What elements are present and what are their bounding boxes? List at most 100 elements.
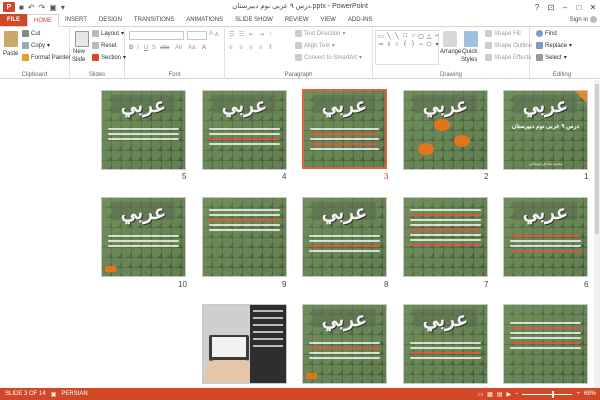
numbering-icon[interactable]: ☷ bbox=[239, 31, 244, 38]
font-size-combo[interactable] bbox=[187, 31, 207, 40]
arrow-down-shape-icon[interactable]: ⇩ bbox=[385, 40, 393, 48]
slide-thumbnail-11[interactable] bbox=[503, 304, 588, 384]
arrange-button[interactable]: Arrange bbox=[440, 49, 461, 55]
sign-in-link[interactable]: Sign in bbox=[570, 17, 588, 23]
replace-button[interactable]: Replace ▾ bbox=[536, 42, 572, 49]
zoom-out-icon[interactable]: – bbox=[515, 391, 518, 397]
shapes-gallery[interactable]: ▭ ╲ ╲ □ ○ ▢ △ ⌐ ⇨ ⇩ ☆ { } ∽ ⬡ ▾ bbox=[375, 30, 439, 65]
slideshow-view-icon[interactable]: ▶ bbox=[507, 391, 512, 398]
arrow-right-shape-icon[interactable]: ⇨ bbox=[377, 40, 385, 48]
shape-effects-button[interactable]: Shape Effects bbox=[485, 54, 531, 61]
slide-thumbnail-3-selected[interactable]: عربي bbox=[302, 89, 387, 169]
slide-sorter-view-icon[interactable]: ▦ bbox=[487, 391, 493, 398]
font-name-combo[interactable] bbox=[129, 31, 184, 40]
tab-transitions[interactable]: TRANSITIONS bbox=[128, 14, 180, 26]
line-shape-icon[interactable]: ╲ bbox=[385, 32, 393, 40]
section-button[interactable]: Section ▾ bbox=[92, 54, 126, 61]
normal-view-icon[interactable]: ▭ bbox=[477, 391, 483, 398]
brace-shape-icon-2[interactable]: } bbox=[409, 40, 417, 48]
vertical-scrollbar[interactable] bbox=[594, 80, 600, 388]
line-shape-icon-3[interactable]: ⌐ bbox=[433, 32, 441, 40]
zoom-slider[interactable] bbox=[522, 390, 573, 398]
italic-icon[interactable]: I bbox=[137, 45, 139, 51]
proofing-icon[interactable]: ▣ bbox=[51, 391, 57, 398]
slide-thumbnail-14[interactable] bbox=[202, 304, 287, 384]
paste-icon[interactable] bbox=[4, 31, 18, 47]
select-button[interactable]: Select ▾ bbox=[536, 54, 567, 61]
slide-thumbnail-1[interactable]: عربي درس ۹ عربی نوم دبیرستان محمد صادق ش… bbox=[503, 90, 588, 170]
shadow-icon[interactable]: S bbox=[152, 45, 156, 51]
tab-insert[interactable]: INSERT bbox=[59, 14, 93, 26]
font-color-icon[interactable]: A bbox=[202, 45, 206, 51]
arrange-icon[interactable] bbox=[443, 31, 457, 47]
slide-thumbnail-13[interactable]: عربي bbox=[302, 304, 387, 384]
strikethrough-icon[interactable]: abc bbox=[160, 45, 170, 51]
slide-thumbnail-5[interactable]: عربي bbox=[101, 90, 186, 170]
zoom-level[interactable]: 68% bbox=[584, 391, 596, 397]
increase-indent-icon[interactable]: ⇥ bbox=[259, 31, 264, 38]
tab-view[interactable]: VIEW bbox=[315, 14, 342, 26]
tab-home[interactable]: HOME bbox=[27, 14, 59, 27]
format-painter-button[interactable]: Format Painter bbox=[22, 54, 71, 61]
curve-shape-icon[interactable]: ∽ bbox=[417, 40, 425, 48]
copy-button[interactable]: Copy ▾ bbox=[22, 42, 50, 49]
shape-fill-button[interactable]: Shape Fill bbox=[485, 30, 521, 37]
oval-shape-icon[interactable]: ○ bbox=[409, 32, 417, 40]
redo-icon[interactable]: ↷ bbox=[39, 3, 46, 12]
change-case-icon[interactable]: Aa bbox=[188, 45, 195, 51]
slide-thumbnail-4[interactable]: عربي bbox=[202, 90, 287, 170]
maximize-icon[interactable]: □ bbox=[572, 0, 586, 14]
more-shapes-icon[interactable]: ▾ bbox=[433, 40, 441, 48]
slide-thumbnail-10[interactable]: عربي bbox=[101, 197, 186, 277]
quick-styles-icon[interactable] bbox=[464, 31, 478, 47]
close-icon[interactable]: ✕ bbox=[586, 0, 600, 14]
customize-toolbar-icon[interactable]: ▾ bbox=[61, 3, 65, 12]
slide-thumbnail-2[interactable]: عربي bbox=[403, 90, 488, 170]
tab-slide-show[interactable]: SLIDE SHOW bbox=[229, 14, 279, 26]
slide-thumbnail-9[interactable] bbox=[202, 197, 287, 277]
hexagon-shape-icon[interactable]: ⬡ bbox=[425, 40, 433, 48]
rounded-rect-shape-icon[interactable]: ▢ bbox=[417, 32, 425, 40]
new-slide-icon[interactable] bbox=[75, 31, 89, 47]
justify-icon[interactable]: ≡ bbox=[259, 45, 263, 51]
ribbon-display-options-icon[interactable]: ⊡ bbox=[544, 0, 558, 14]
align-text-button[interactable]: Align Text ▾ bbox=[295, 42, 335, 49]
bullets-icon[interactable]: ☰ bbox=[229, 31, 234, 38]
brace-shape-icon[interactable]: { bbox=[401, 40, 409, 48]
align-center-icon[interactable]: ≡ bbox=[239, 45, 243, 51]
start-from-beginning-icon[interactable]: ▣ bbox=[49, 3, 57, 12]
layout-button[interactable]: Layout ▾ bbox=[92, 30, 124, 37]
powerpoint-app-icon[interactable]: P bbox=[3, 2, 15, 12]
star-shape-icon[interactable]: ☆ bbox=[393, 40, 401, 48]
line-spacing-icon[interactable]: ↕ bbox=[269, 31, 272, 37]
grow-font-icon[interactable]: A bbox=[209, 31, 213, 37]
text-direction-button[interactable]: Text Direction ▾ bbox=[295, 30, 345, 37]
columns-icon[interactable]: ⫴ bbox=[269, 45, 272, 52]
reading-view-icon[interactable]: ▤ bbox=[497, 391, 503, 398]
slide-thumbnail-7[interactable] bbox=[403, 197, 488, 277]
cut-button[interactable]: Cut bbox=[22, 30, 40, 37]
slide-thumbnail-8[interactable]: عربي bbox=[302, 197, 387, 277]
bold-icon[interactable]: B bbox=[129, 45, 133, 51]
line-shape-icon-2[interactable]: ╲ bbox=[393, 32, 401, 40]
convert-smartart-button[interactable]: Convert to SmartArt ▾ bbox=[295, 54, 362, 61]
quick-styles-button[interactable]: Quick bbox=[462, 49, 477, 55]
scrollbar-thumb[interactable] bbox=[595, 84, 599, 234]
new-slide-button[interactable]: New bbox=[73, 49, 85, 55]
tab-review[interactable]: REVIEW bbox=[279, 14, 315, 26]
tab-add-ins[interactable]: ADD-INS bbox=[342, 14, 379, 26]
find-button[interactable]: Find bbox=[536, 30, 557, 37]
paste-button[interactable]: Paste bbox=[3, 51, 18, 57]
shape-outline-button[interactable]: Shape Outline bbox=[485, 42, 532, 49]
save-icon[interactable]: ■ bbox=[19, 3, 24, 12]
tab-file[interactable]: FILE bbox=[0, 14, 27, 26]
new-slide-button-line2[interactable]: Slide bbox=[72, 57, 85, 63]
tab-design[interactable]: DESIGN bbox=[93, 14, 128, 26]
tab-animations[interactable]: ANIMATIONS bbox=[180, 14, 229, 26]
reset-button[interactable]: Reset bbox=[92, 42, 117, 49]
language-status[interactable]: PERSIAN bbox=[61, 391, 87, 397]
triangle-shape-icon[interactable]: △ bbox=[425, 32, 433, 40]
minimize-icon[interactable]: – bbox=[558, 0, 572, 14]
underline-icon[interactable]: U bbox=[144, 45, 148, 51]
shrink-font-icon[interactable]: A bbox=[215, 32, 218, 38]
